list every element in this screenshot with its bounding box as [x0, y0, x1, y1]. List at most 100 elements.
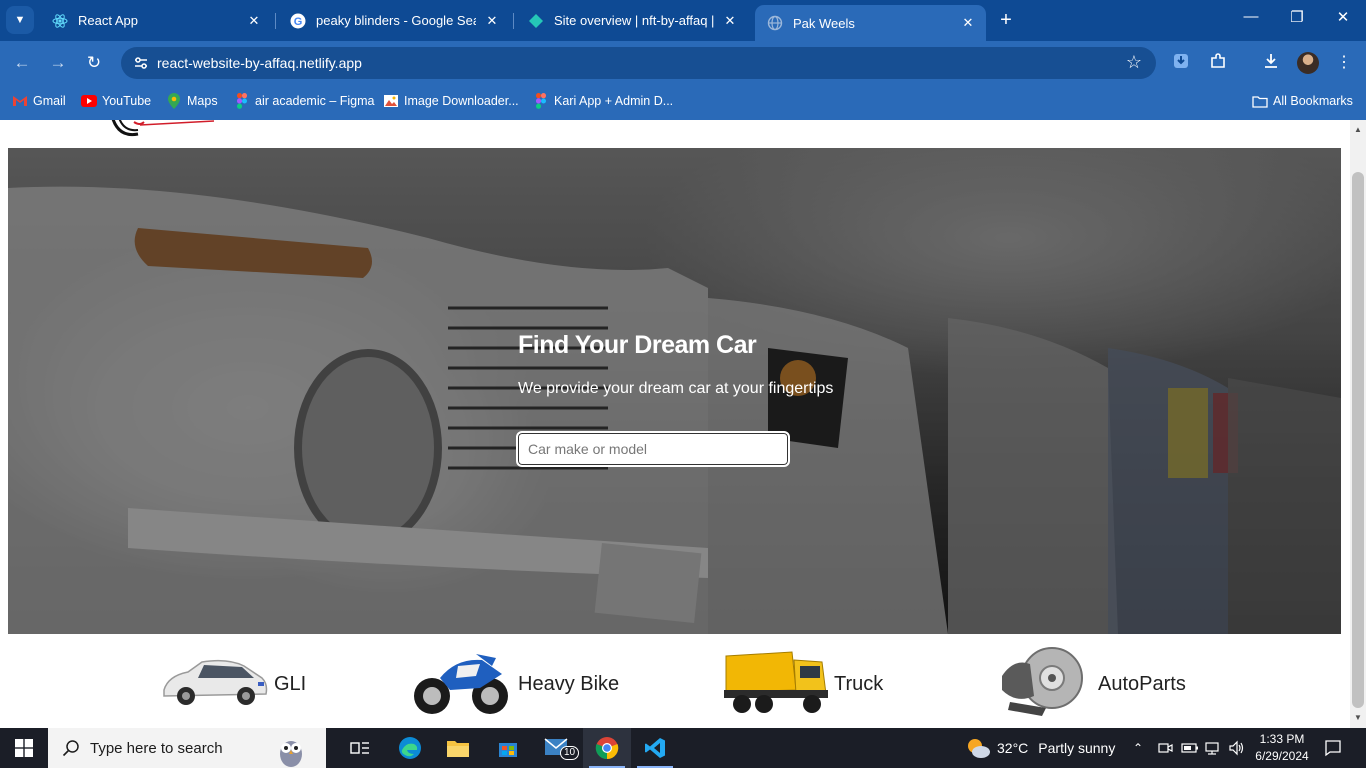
restore-button[interactable]: ❐ — [1274, 8, 1320, 26]
taskbar-file-explorer[interactable] — [434, 728, 482, 768]
profile-avatar[interactable] — [1297, 52, 1319, 74]
taskbar-clock[interactable]: 1:33 PM 6/29/2024 — [1248, 731, 1316, 765]
start-button[interactable] — [0, 728, 48, 768]
extensions-icon[interactable] — [1207, 52, 1229, 74]
taskbar-mail[interactable]: 10 — [534, 728, 582, 768]
bookmark-label: Gmail — [33, 94, 66, 108]
bookmark-youtube[interactable]: YouTube — [81, 93, 151, 109]
category-label: AutoParts — [1098, 672, 1186, 695]
arrow-right-icon: → — [49, 53, 67, 72]
site-logo[interactable] — [104, 120, 224, 146]
category-label: Truck — [834, 672, 884, 695]
tray-volume[interactable] — [1228, 728, 1246, 768]
vscode-icon — [645, 738, 665, 758]
scroll-down-icon[interactable]: ▼ — [1354, 714, 1362, 722]
taskbar-vscode[interactable] — [631, 728, 679, 768]
taskbar-chrome[interactable] — [583, 728, 631, 768]
back-button[interactable]: ← — [10, 51, 34, 75]
car-search-input[interactable] — [516, 431, 790, 467]
minimize-button[interactable]: — — [1228, 8, 1274, 25]
restore-icon: ❐ — [1290, 9, 1304, 26]
chevron-up-icon: ⌃ — [1133, 741, 1144, 755]
globe-icon — [767, 15, 783, 31]
tab-title: React App — [78, 13, 138, 28]
close-icon[interactable]: ✕ — [722, 13, 738, 29]
show-hidden-icons[interactable]: ⌃ — [1133, 728, 1143, 768]
tab-react-app[interactable]: React App ✕ — [40, 5, 272, 36]
notification-icon — [1325, 740, 1341, 757]
weather-widget[interactable]: 32°C Partly sunny — [965, 728, 1115, 768]
edge-icon — [399, 737, 421, 759]
arrow-left-icon: ← — [13, 53, 31, 72]
tray-network[interactable] — [1204, 728, 1222, 768]
tab-separator — [275, 13, 276, 29]
figma-icon — [234, 93, 250, 109]
store-icon — [499, 743, 517, 757]
chevron-down-icon: ▼ — [14, 14, 26, 26]
bookmark-maps[interactable]: Maps — [166, 93, 218, 109]
download-extension-icon[interactable] — [1170, 52, 1192, 74]
page-scrollbar[interactable]: ▲ ▼ — [1350, 120, 1366, 728]
tab-google-search[interactable]: G peaky blinders - Google Search ✕ — [278, 5, 510, 36]
bookmarks-bar: Gmail YouTube Maps air academic – Figma … — [0, 85, 1366, 120]
tab-search-button[interactable]: ▼ — [6, 6, 34, 34]
close-icon[interactable]: ✕ — [960, 15, 976, 31]
svg-text:G: G — [294, 16, 303, 28]
motorbike-icon — [410, 644, 514, 725]
mail-unread-badge: 10 — [560, 746, 580, 760]
new-tab-button[interactable]: + — [995, 10, 1017, 32]
url-text[interactable]: react-website-by-affaq.netlify.app — [157, 55, 362, 71]
bookmark-figma-air-academic[interactable]: air academic – Figma — [234, 93, 375, 109]
all-bookmarks-button[interactable]: All Bookmarks — [1252, 93, 1353, 109]
tab-pak-weels[interactable]: Pak Weels ✕ — [755, 5, 986, 41]
bookmark-figma-kari-app[interactable]: Kari App + Admin D... — [533, 93, 673, 109]
tab-netlify-site-overview[interactable]: Site overview | nft-by-affaq | Ne ✕ — [516, 5, 748, 36]
hero-subtitle: We provide your dream car at your finger… — [518, 380, 834, 397]
forward-button[interactable]: → — [46, 51, 70, 75]
scroll-up-icon[interactable]: ▲ — [1354, 126, 1362, 134]
bookmark-label: air academic – Figma — [255, 94, 375, 108]
bookmark-label: YouTube — [102, 94, 152, 108]
close-window-button[interactable]: ✕ — [1320, 8, 1366, 26]
folder-icon — [447, 741, 469, 757]
reload-button[interactable]: ↻ — [82, 51, 106, 75]
tray-battery[interactable] — [1181, 728, 1199, 768]
close-icon: ✕ — [1336, 9, 1350, 26]
chrome-icon — [595, 737, 619, 760]
taskbar-search-box[interactable]: Type here to search — [48, 728, 326, 768]
weather-temperature: 32°C — [997, 740, 1029, 756]
battery-icon — [1181, 743, 1198, 753]
close-icon[interactable]: ✕ — [484, 13, 500, 29]
brake-disc-icon — [990, 646, 1094, 723]
react-icon — [52, 13, 68, 29]
taskbar-store[interactable] — [484, 728, 532, 768]
bookmark-image-downloader[interactable]: Image Downloader... — [383, 93, 519, 109]
clock-time: 1:33 PM — [1259, 732, 1305, 746]
folder-icon — [1252, 93, 1268, 109]
site-info-icon[interactable] — [133, 55, 149, 71]
category-gli[interactable]: GLI — [158, 640, 306, 728]
car-icon — [158, 652, 270, 717]
category-autoparts[interactable]: AutoParts — [990, 640, 1186, 728]
taskbar-edge[interactable] — [386, 728, 434, 768]
google-icon: G — [290, 13, 306, 29]
tab-title: Site overview | nft-by-affaq | Ne — [554, 13, 714, 28]
address-bar[interactable]: react-website-by-affaq.netlify.app ☆ — [121, 47, 1156, 79]
scrollbar-thumb[interactable] — [1352, 172, 1364, 708]
netlify-icon — [528, 13, 544, 29]
task-view-button[interactable] — [336, 728, 384, 768]
bookmark-label: Maps — [187, 94, 218, 108]
close-icon[interactable]: ✕ — [246, 13, 262, 29]
notifications-button[interactable] — [1324, 728, 1342, 768]
category-heavy-bike[interactable]: Heavy Bike — [410, 640, 619, 728]
bookmark-gmail[interactable]: Gmail — [12, 93, 66, 109]
search-icon — [62, 740, 79, 757]
tab-title: peaky blinders - Google Search — [316, 13, 476, 28]
clock-date: 6/29/2024 — [1255, 749, 1309, 763]
more-menu-icon[interactable]: ⋮ — [1333, 52, 1355, 74]
windows-taskbar: Type here to search 10 32°C Partly sunny… — [0, 728, 1366, 768]
category-truck[interactable]: Truck — [722, 640, 883, 728]
tray-meet-now[interactable] — [1157, 728, 1173, 768]
downloads-icon[interactable] — [1260, 52, 1282, 74]
bookmark-star-icon[interactable]: ☆ — [1126, 52, 1142, 73]
